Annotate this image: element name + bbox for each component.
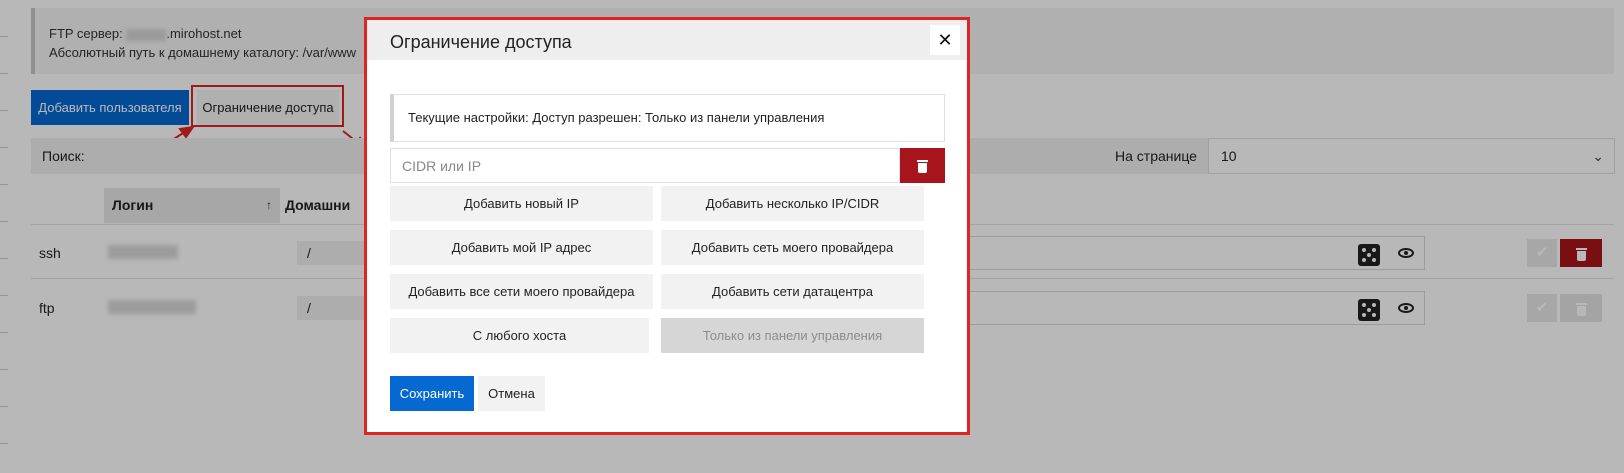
panel-only-button[interactable]: Только из панели управления bbox=[661, 318, 924, 353]
dialog-header: Ограничение доступа ✕ bbox=[367, 20, 967, 60]
current-settings-notice: Текущие настройки: Доступ разрешен: Толь… bbox=[390, 94, 945, 142]
close-icon[interactable]: ✕ bbox=[930, 25, 960, 55]
any-host-button[interactable]: С любого хоста bbox=[390, 318, 649, 353]
clear-ip-button[interactable] bbox=[900, 148, 945, 183]
cancel-button[interactable]: Отмена bbox=[478, 376, 545, 411]
add-all-provider-networks-button[interactable]: Добавить все сети моего провайдера bbox=[390, 274, 653, 309]
save-button[interactable]: Сохранить bbox=[390, 376, 474, 411]
cidr-ip-input[interactable] bbox=[390, 148, 900, 183]
add-provider-network-button[interactable]: Добавить сеть моего провайдера bbox=[661, 230, 924, 265]
add-my-ip-button[interactable]: Добавить мой IP адрес bbox=[390, 230, 653, 265]
trash-icon bbox=[917, 159, 928, 173]
add-datacenter-networks-button[interactable]: Добавить сети датацентра bbox=[661, 274, 924, 309]
access-restriction-dialog: Ограничение доступа ✕ Текущие настройки:… bbox=[364, 17, 970, 435]
dialog-title: Ограничение доступа bbox=[390, 32, 572, 52]
add-multiple-ip-button[interactable]: Добавить несколько IP/CIDR bbox=[661, 186, 924, 221]
add-new-ip-button[interactable]: Добавить новый IP bbox=[390, 186, 653, 221]
